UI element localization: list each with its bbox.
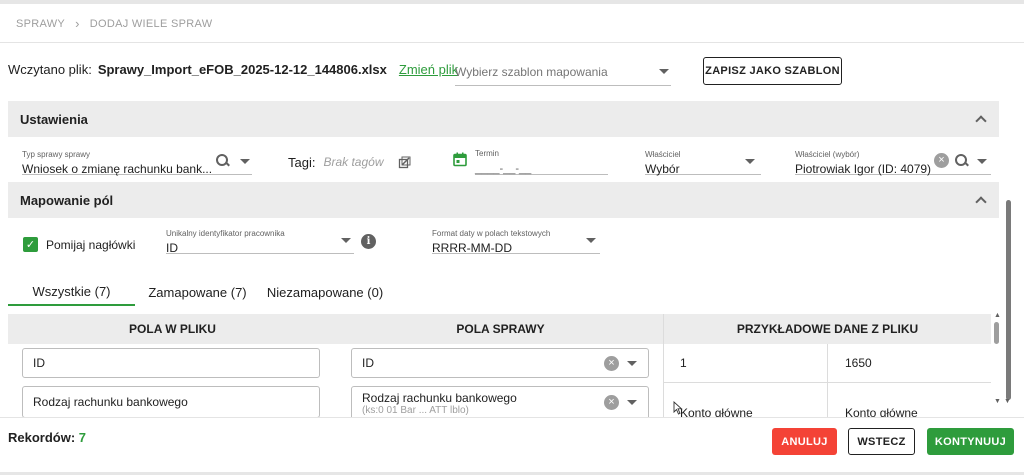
- breadcrumb-root[interactable]: SPRAWY: [16, 18, 65, 30]
- mapping-panel-header[interactable]: Mapowanie pól: [8, 182, 999, 218]
- records-label: Rekordów:: [8, 430, 76, 445]
- caret-down-icon[interactable]: [627, 400, 637, 405]
- unique-id-value: ID: [166, 241, 178, 255]
- caret-down-icon: [659, 69, 669, 74]
- unique-id-label: Unikalny identyfikator pracownika: [166, 229, 285, 238]
- caret-down-icon[interactable]: [240, 159, 250, 164]
- case-field-value: Rodzaj rachunku bankowego: [362, 391, 517, 405]
- cancel-button[interactable]: ANULUJ: [772, 428, 837, 455]
- scroll-up-icon[interactable]: ▲: [994, 312, 1001, 319]
- breadcrumb-current: DODAJ WIELE SPRAW: [89, 17, 213, 30]
- date-format-value: RRRR-MM-DD: [432, 241, 512, 255]
- case-field-subtext: (ks:0 01 Bar ... ATT lblo): [362, 405, 469, 416]
- scroll-down-icon[interactable]: ▼: [1004, 398, 1011, 405]
- info-icon[interactable]: i: [361, 234, 376, 249]
- table-scrollbar[interactable]: [994, 322, 999, 344]
- clear-icon[interactable]: ×: [604, 395, 619, 410]
- file-label: Wczytano plik:: [8, 62, 92, 77]
- chevron-right-icon: ›: [75, 16, 80, 31]
- settings-title: Ustawienia: [20, 111, 88, 127]
- back-button[interactable]: WSTECZ: [848, 428, 915, 455]
- table-row: Rodzaj rachunku bankowego Rodzaj rachunk…: [0, 384, 1000, 417]
- date-format-label: Format daty w polach tekstowych: [432, 229, 551, 238]
- file-info: Wczytano plik: Sprawy_Import_eFOB_2025-1…: [8, 62, 458, 77]
- skip-headers-label: Pomijaj nagłówki: [46, 237, 136, 252]
- caret-down-icon[interactable]: [627, 361, 637, 366]
- chevron-up-icon[interactable]: [975, 196, 987, 208]
- mapping-table-header: POLA W PLIKU POLA SPRAWY PRZYKŁADOWE DAN…: [8, 314, 991, 344]
- deadline-field[interactable]: Termin ____-__-__: [453, 149, 608, 175]
- file-field-input[interactable]: ID: [22, 348, 320, 378]
- file-field-input[interactable]: Rodzaj rachunku bankowego: [22, 386, 320, 417]
- column-sample-data: PRZYKŁADOWE DANE Z PLIKU: [736, 322, 919, 336]
- calendar-icon[interactable]: [453, 152, 467, 167]
- deadline-value: ____-__-__: [475, 163, 532, 175]
- tags-value: Brak tagów: [323, 155, 384, 169]
- mapping-template-placeholder: Wybierz szablon mapowania: [455, 64, 608, 79]
- caret-down-icon[interactable]: [341, 238, 351, 243]
- owner-field[interactable]: Właściciel Wybór: [645, 150, 761, 176]
- settings-panel-header[interactable]: Ustawienia: [8, 101, 999, 137]
- sample-value: Konto główne: [845, 406, 918, 417]
- caret-down-icon[interactable]: [977, 159, 987, 164]
- owner-choice-field[interactable]: Właściciel (wybór) Piotrowiak Igor (ID: …: [795, 150, 991, 176]
- tab-mapped[interactable]: Zamapowane (7): [135, 278, 260, 306]
- edit-tags-icon[interactable]: [398, 156, 411, 169]
- date-format-select[interactable]: Format daty w polach tekstowych RRRR-MM-…: [432, 229, 600, 255]
- tags-field[interactable]: Tagi: Brak tagów: [288, 153, 413, 171]
- change-file-link[interactable]: Zmień plik: [399, 62, 458, 77]
- mapping-tabs: Wszystkie (7) Zamapowane (7) Niezamapowa…: [8, 278, 390, 306]
- sample-value: Konto główne: [680, 406, 753, 417]
- caret-down-icon[interactable]: [745, 159, 755, 164]
- save-template-button[interactable]: ZAPISZ JAKO SZABLON: [703, 57, 842, 85]
- clear-icon[interactable]: ×: [934, 153, 949, 168]
- caret-down-icon[interactable]: [586, 238, 596, 243]
- search-icon[interactable]: [216, 154, 228, 166]
- clear-icon[interactable]: ×: [604, 356, 619, 371]
- column-case-fields: POLA SPRAWY: [456, 322, 545, 336]
- page-scrollbar[interactable]: [1006, 200, 1011, 400]
- column-file-fields: POLA W PLIKU: [129, 322, 216, 336]
- case-field-value: ID: [362, 356, 374, 370]
- skip-headers-checkbox[interactable]: ✓ Pomijaj nagłówki: [23, 237, 135, 252]
- divider: [0, 42, 1024, 43]
- case-type-field[interactable]: Typ sprawy sprawy Wniosek o zmianę rachu…: [22, 150, 252, 176]
- owner-label: Właściciel: [645, 150, 681, 159]
- owner-choice-value: Piotrowiak Igor (ID: 4079): [795, 162, 932, 176]
- sample-value: 1650: [845, 356, 872, 370]
- continue-button[interactable]: KONTYNUUJ: [927, 428, 1014, 455]
- chevron-up-icon[interactable]: [975, 115, 987, 127]
- breadcrumb: SPRAWY › DODAJ WIELE SPRAW: [16, 16, 212, 31]
- row-divider: [664, 382, 991, 383]
- unique-id-select[interactable]: Unikalny identyfikator pracownika ID: [166, 229, 354, 255]
- case-field-select[interactable]: ID ×: [351, 348, 649, 378]
- scroll-down-icon[interactable]: ▼: [994, 398, 1001, 405]
- records-count: Rekordów: 7: [8, 430, 86, 445]
- mapping-template-select[interactable]: Wybierz szablon mapowania: [455, 58, 671, 86]
- records-number: 7: [78, 430, 87, 445]
- checkbox-checked-icon[interactable]: ✓: [23, 237, 38, 252]
- case-type-value: Wniosek o zmianę rachunku bank...: [22, 162, 213, 176]
- case-field-select[interactable]: Rodzaj rachunku bankowego (ks:0 01 Bar .…: [351, 386, 649, 417]
- mouse-cursor-icon: [673, 401, 683, 415]
- tags-label: Tagi:: [288, 154, 316, 170]
- tab-unmapped[interactable]: Niezamapowane (0): [260, 278, 390, 306]
- mapping-title: Mapowanie pól: [20, 192, 114, 208]
- owner-value: Wybór: [645, 162, 680, 176]
- sample-value: 1: [680, 356, 687, 370]
- file-name: Sprawy_Import_eFOB_2025-12-12_144806.xls…: [97, 62, 387, 77]
- top-edge: [0, 0, 1024, 4]
- deadline-label: Termin: [475, 149, 500, 158]
- search-icon[interactable]: [955, 154, 967, 166]
- tab-all[interactable]: Wszystkie (7): [8, 278, 135, 306]
